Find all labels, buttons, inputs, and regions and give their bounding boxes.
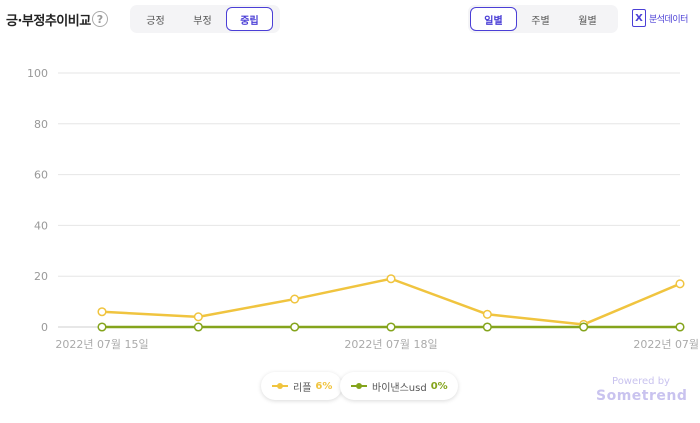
data-point-series-1 <box>482 309 492 319</box>
data-point-series-2 <box>386 322 396 332</box>
legend-label-series-1: 리플 <box>293 382 312 394</box>
y-tick-label: 40 <box>34 219 48 232</box>
brand-logo-text: Sometrend <box>596 388 688 404</box>
legend-pct-series-2: 0% <box>430 380 448 392</box>
y-tick-label: 0 <box>41 321 48 334</box>
tab-neutral[interactable]: 중립 <box>226 7 273 31</box>
tab-weekly[interactable]: 주별 <box>517 7 564 31</box>
data-point-series-1 <box>386 274 396 284</box>
powered-by-text: Powered by <box>612 376 670 387</box>
data-point-series-2 <box>675 322 685 332</box>
x-tick-label: 2022년 07월 18일 <box>344 337 437 351</box>
data-point-series-1 <box>97 307 107 317</box>
data-point-series-2 <box>193 322 203 332</box>
y-tick-label: 20 <box>34 270 48 283</box>
legend-item-series-2[interactable]: 바이낸스usd 0% <box>340 372 458 400</box>
tab-negative[interactable]: 부정 <box>179 7 226 31</box>
powered-by-logo: Powered by Sometrend <box>596 376 688 404</box>
help-icon[interactable]: ? <box>92 11 108 27</box>
data-point-series-1 <box>290 294 300 304</box>
period-tab-group: 일별 주별 월별 <box>468 5 618 33</box>
data-point-series-2 <box>290 322 300 332</box>
chart-title: 긍·부정추이비교 <box>6 14 91 29</box>
y-tick-label: 60 <box>34 169 48 182</box>
data-point-series-2 <box>482 322 492 332</box>
legend-label-series-2: 바이낸스usd <box>372 382 427 394</box>
series-line-1 <box>101 277 681 326</box>
tab-daily[interactable]: 일별 <box>470 7 517 31</box>
data-point-series-2 <box>97 322 107 332</box>
y-tick-label: 100 <box>27 67 48 80</box>
y-tick-label: 80 <box>34 118 48 131</box>
export-data-button[interactable]: X 분석데이터 <box>632 9 688 27</box>
excel-icon: X <box>632 9 646 27</box>
export-data-label: 분석데이터 <box>649 14 688 25</box>
legend-swatch-series-2 <box>351 383 367 389</box>
legend-pct-series-1: 6% <box>315 380 333 392</box>
chart-header: 긍·부정추이비교 ? 긍정 부정 중립 일별 주별 월별 X 분석데이터 <box>0 0 700 42</box>
data-point-series-1 <box>675 279 685 289</box>
tab-positive[interactable]: 긍정 <box>132 7 179 31</box>
legend-item-series-1[interactable]: 리플 6% <box>261 372 343 400</box>
x-tick-label: 2022년 07월 21일 <box>633 337 700 351</box>
tab-monthly[interactable]: 월별 <box>564 7 611 31</box>
legend-swatch-series-1 <box>272 383 288 389</box>
sentiment-tab-group: 긍정 부정 중립 <box>130 5 280 33</box>
x-tick-label: 2022년 07월 15일 <box>55 337 148 351</box>
data-point-series-2 <box>579 322 589 332</box>
chart-legend: 리플 6% 바이낸스usd 0% <box>0 372 700 402</box>
line-chart: 0 20 40 60 80 100 2022년 07월 15일 2022년 07월 18일 20… <box>27 67 700 351</box>
data-point-series-1 <box>193 312 203 322</box>
